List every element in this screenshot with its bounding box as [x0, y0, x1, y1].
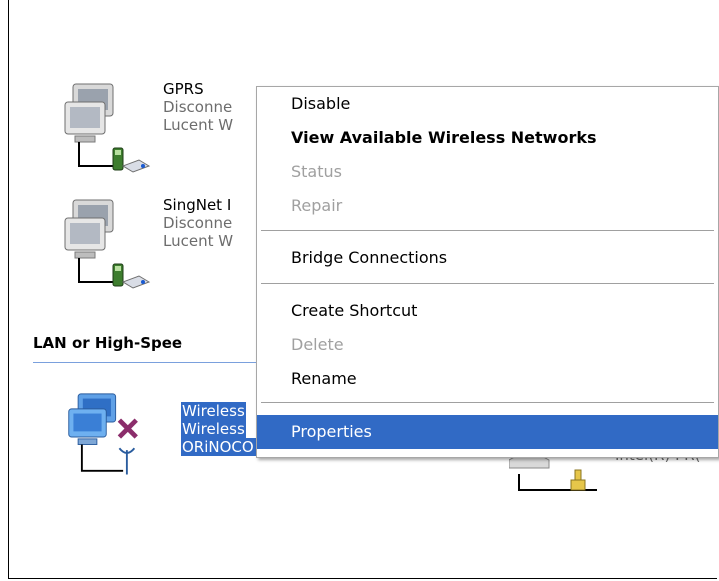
- menu-item-status[interactable]: Status: [257, 155, 718, 189]
- connection-name: Wireless: [181, 402, 246, 420]
- menu-item-bridge-connections[interactable]: Bridge Connections: [257, 241, 718, 275]
- menu-item-create-shortcut[interactable]: Create Shortcut: [257, 294, 718, 328]
- connection-name: SingNet I: [163, 196, 232, 214]
- menu-separator: [261, 283, 714, 284]
- connection-device: Lucent W: [163, 116, 234, 134]
- menu-item-disable[interactable]: Disable: [257, 87, 718, 121]
- menu-item-delete[interactable]: Delete: [257, 328, 718, 362]
- connection-status: Disconne: [163, 214, 233, 232]
- connection-status: Disconne: [163, 98, 233, 116]
- group-header-lan: LAN or High-Spee: [33, 334, 183, 352]
- connection-name: GPRS: [163, 80, 204, 98]
- context-menu: Disable View Available Wireless Networks…: [256, 86, 719, 458]
- menu-item-properties[interactable]: Properties: [257, 415, 718, 449]
- connection-status: Wireless: [181, 420, 246, 438]
- menu-separator: [261, 230, 714, 231]
- dialup-modem-computers-icon: [64, 199, 151, 289]
- dialup-modem-computers-icon: [64, 83, 151, 173]
- menu-item-view-available-wireless-networks[interactable]: View Available Wireless Networks: [257, 121, 718, 155]
- menu-item-repair[interactable]: Repair: [257, 189, 718, 223]
- menu-separator: [261, 402, 714, 403]
- wireless-network-disconnected-icon: [68, 393, 138, 475]
- connection-device: Lucent W: [163, 232, 234, 250]
- menu-item-rename[interactable]: Rename: [257, 362, 718, 396]
